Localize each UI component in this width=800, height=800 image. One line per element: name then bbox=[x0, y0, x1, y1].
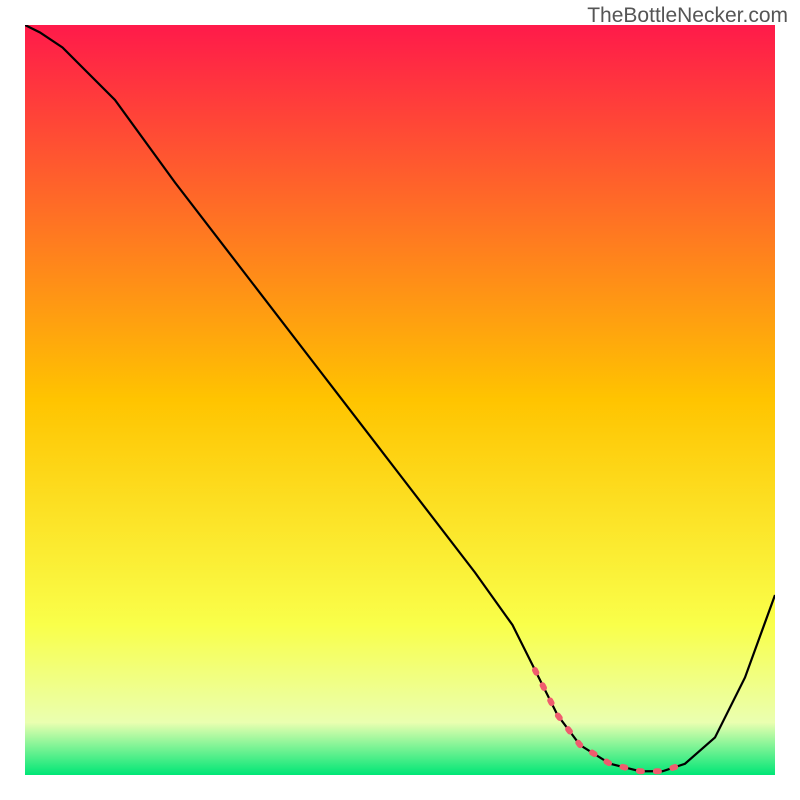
watermark-text: TheBottleNecker.com bbox=[587, 4, 788, 28]
gradient-background bbox=[25, 25, 775, 775]
chart-svg bbox=[25, 25, 775, 775]
chart-area bbox=[25, 25, 775, 775]
